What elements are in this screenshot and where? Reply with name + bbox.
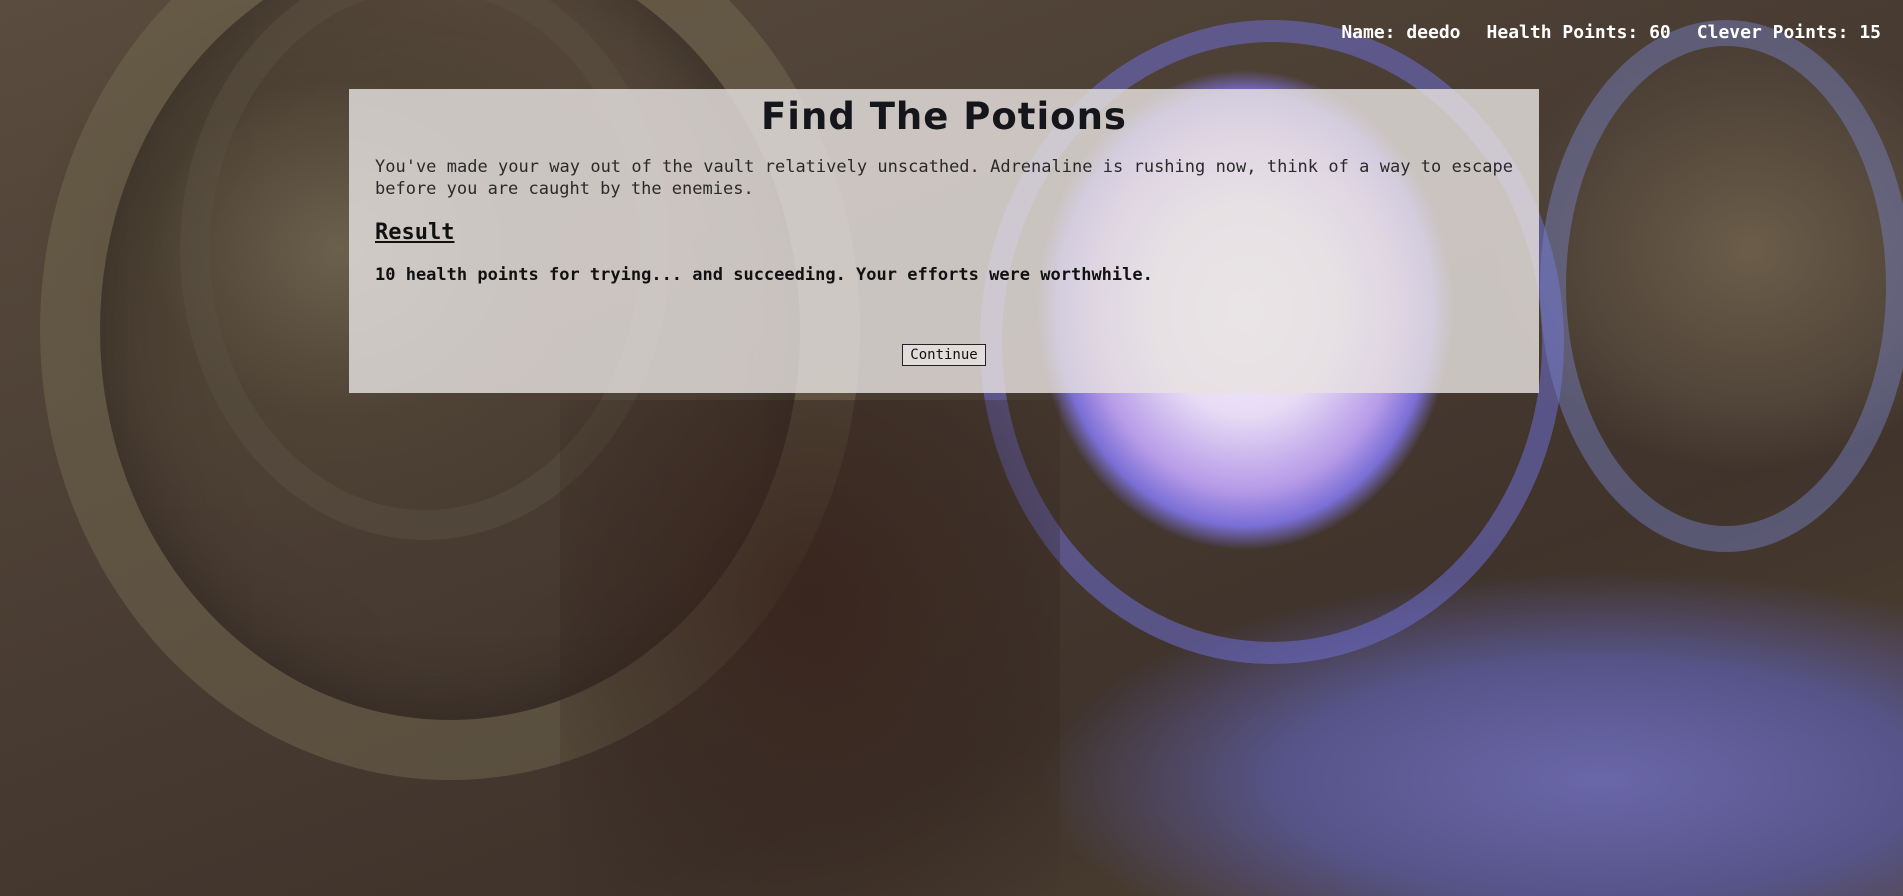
background-right-ring — [1540, 20, 1903, 552]
story-title: Find The Potions — [761, 95, 1127, 138]
player-stats: Name: deedo Health Points: 60 Clever Poi… — [1341, 22, 1881, 43]
button-row: Continue — [349, 344, 1539, 366]
background-shadow — [560, 400, 1060, 896]
result-heading: Result — [375, 220, 455, 245]
health-points: Health Points: 60 — [1486, 22, 1671, 43]
continue-button[interactable]: Continue — [902, 344, 986, 366]
story-panel: Find The Potions You've made your way ou… — [349, 89, 1539, 393]
story-narrative: You've made your way out of the vault re… — [375, 157, 1513, 199]
clever-points: Clever Points: 15 — [1696, 22, 1881, 43]
result-text: 10 health points for trying... and succe… — [375, 265, 1153, 285]
player-name: Name: deedo — [1341, 22, 1461, 43]
